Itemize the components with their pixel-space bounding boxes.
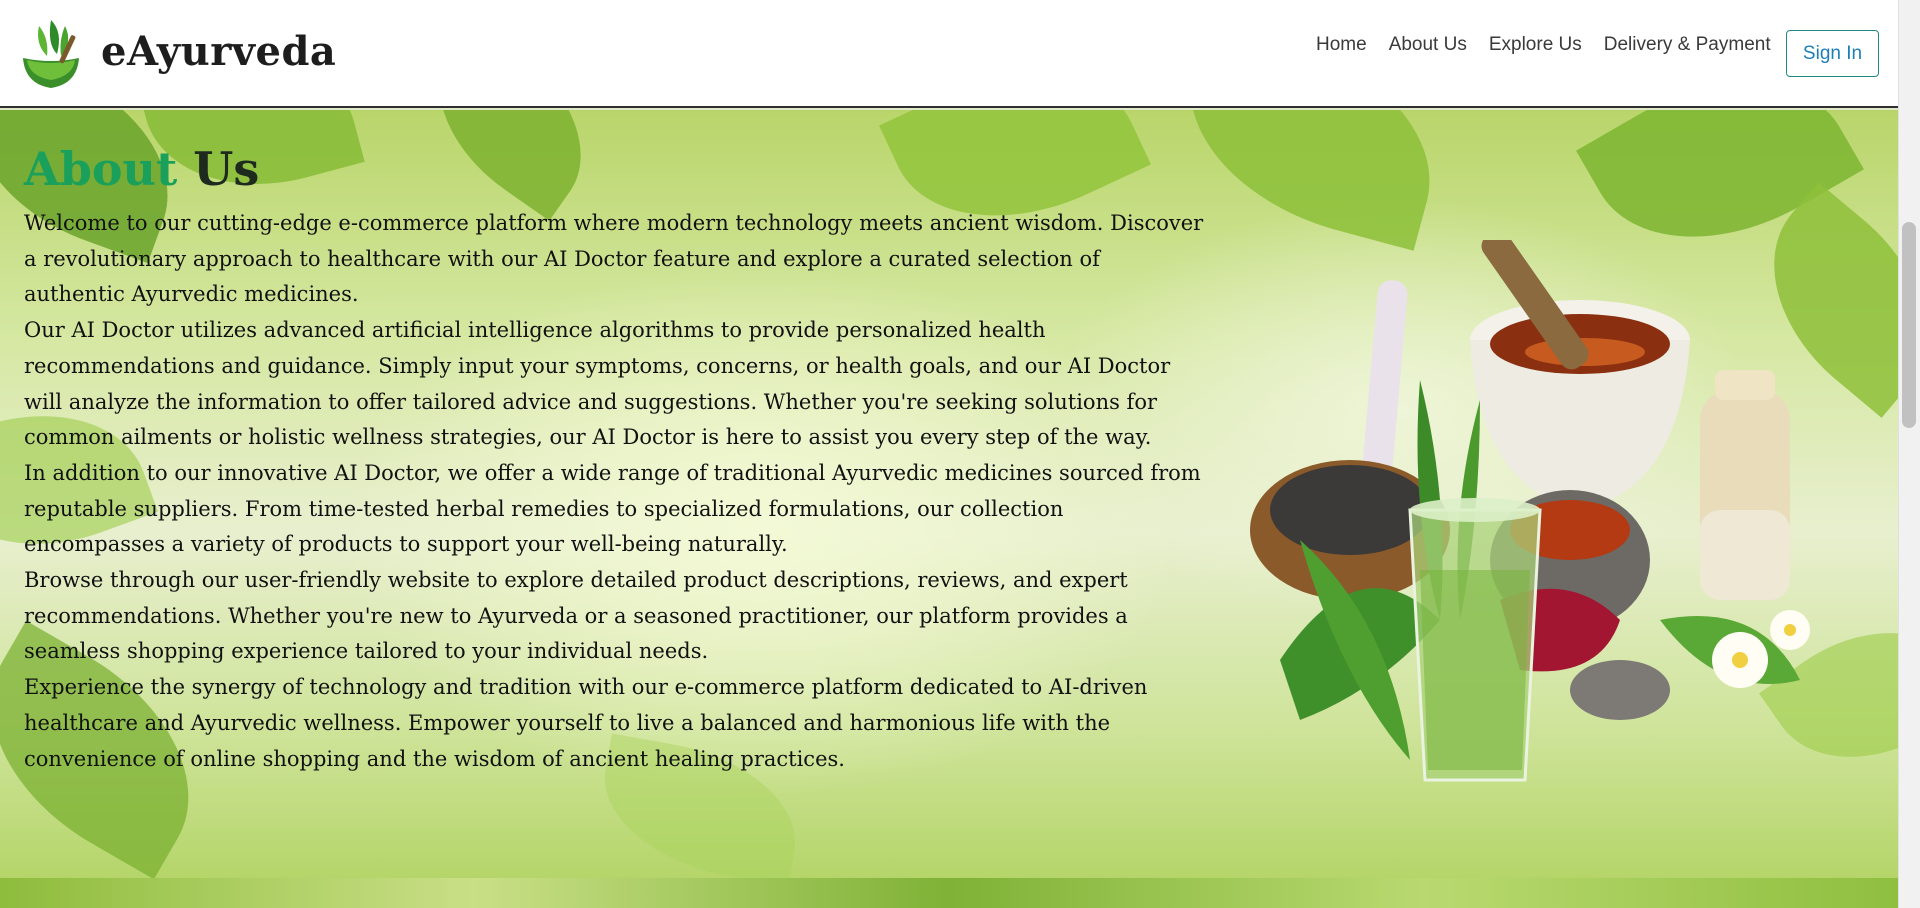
nav-explore-us[interactable]: Explore Us <box>1489 34 1582 56</box>
ayurvedic-herbs-illustration <box>1250 240 1810 782</box>
sign-in-button[interactable]: Sign In <box>1786 30 1879 77</box>
page-scrollbar[interactable] <box>1898 0 1920 908</box>
nav-about-us[interactable]: About Us <box>1389 34 1467 56</box>
brand-name[interactable]: eAyurveda <box>101 28 336 75</box>
about-paragraph: Welcome to our cutting-edge e-commerce p… <box>24 211 1204 307</box>
page-title-part1: About <box>24 142 178 196</box>
main-nav: Home About Us Explore Us Delivery & Paym… <box>1316 34 1793 56</box>
scrollbar-thumb[interactable] <box>1902 222 1916 428</box>
about-paragraph: Experience the synergy of technology and… <box>24 675 1148 771</box>
leaf-decoration <box>1162 110 1458 251</box>
nav-home[interactable]: Home <box>1316 34 1367 56</box>
site-header: eAyurveda Home About Us Explore Us Deliv… <box>0 0 1898 108</box>
about-paragraph: Browse through our user-friendly website… <box>24 568 1128 664</box>
about-content: Welcome to our cutting-edge e-commerce p… <box>24 206 1204 777</box>
nav-delivery-payment[interactable]: Delivery & Payment <box>1604 34 1771 56</box>
about-paragraph: Our AI Doctor utilizes advanced artifici… <box>24 318 1171 450</box>
about-paragraph: In addition to our innovative AI Doctor,… <box>24 460 1201 557</box>
page-title-part2: Us <box>193 142 260 196</box>
page-title: About Us <box>24 142 259 196</box>
next-section-strip <box>0 878 1898 908</box>
leaf-decoration <box>401 110 619 221</box>
mortar-leaf-logo-icon[interactable] <box>17 14 85 90</box>
